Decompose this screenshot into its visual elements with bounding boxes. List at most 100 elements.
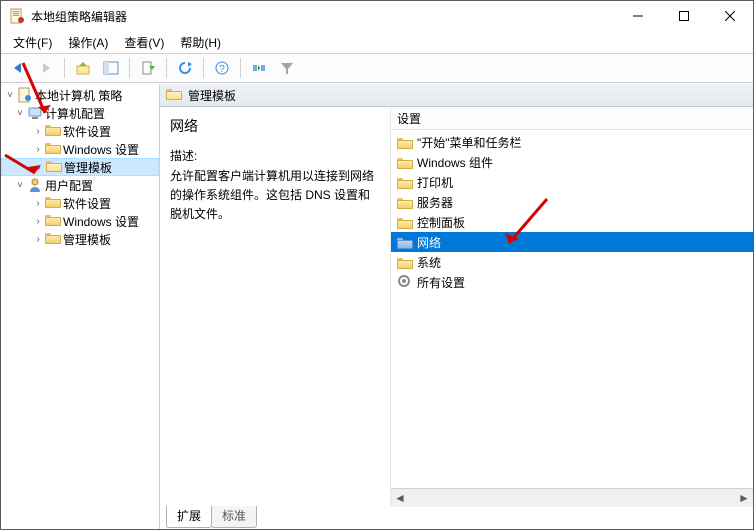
right-pane: 管理模板 网络 描述: 允许配置客户端计算机用以连接到网络的操作系统组件。这包括… xyxy=(160,84,753,529)
up-button[interactable] xyxy=(70,55,96,81)
collapse-icon[interactable]: ˅ xyxy=(13,108,27,119)
tab-extended[interactable]: 扩展 xyxy=(166,506,212,528)
folder-icon xyxy=(45,213,61,229)
horizontal-scrollbar[interactable]: ◄ ► xyxy=(391,488,753,507)
back-button[interactable] xyxy=(5,55,31,81)
list-item-control-panel[interactable]: 控制面板 xyxy=(391,212,753,232)
maximize-button[interactable] xyxy=(661,1,707,31)
settings-icon xyxy=(397,274,413,290)
toolbar-separator xyxy=(240,58,241,78)
refresh-button[interactable] xyxy=(172,55,198,81)
user-icon xyxy=(27,177,43,193)
tree-windows-settings[interactable]: › Windows 设置 xyxy=(1,140,159,158)
tree-label: 计算机配置 xyxy=(45,105,105,122)
scroll-right-button[interactable]: ► xyxy=(735,490,753,506)
selection-heading: 网络 xyxy=(170,115,380,137)
expand-icon[interactable]: › xyxy=(31,198,45,209)
toolbar-separator xyxy=(166,58,167,78)
show-hide-tree-button[interactable] xyxy=(98,55,124,81)
list-item-windows-components[interactable]: Windows 组件 xyxy=(391,152,753,172)
folder-open-icon xyxy=(46,159,62,175)
svg-text:?: ? xyxy=(219,64,225,75)
policy-icon xyxy=(17,87,33,103)
folder-icon xyxy=(166,87,182,103)
list-item-label: 服务器 xyxy=(417,194,453,211)
tree-admin-templates-user[interactable]: › 管理模板 xyxy=(1,230,159,248)
folder-icon xyxy=(397,236,413,249)
expand-icon[interactable]: › xyxy=(32,162,46,173)
content-split: 网络 描述: 允许配置客户端计算机用以连接到网络的操作系统组件。这包括 DNS … xyxy=(160,107,753,507)
app-icon xyxy=(9,8,25,24)
titlebar: 本地组策略编辑器 xyxy=(1,1,753,31)
column-header-setting[interactable]: 设置 xyxy=(391,107,753,130)
app-window: 本地组策略编辑器 文件(F) 操作(A) 查看(V) 帮助(H) ? ˅ xyxy=(0,0,754,530)
collapse-icon[interactable]: ˅ xyxy=(3,90,17,101)
list-body[interactable]: "开始"菜单和任务栏 Windows 组件 打印机 服务器 控制面板 网络 系统… xyxy=(391,130,753,488)
tree-label: Windows 设置 xyxy=(63,141,139,158)
forward-button[interactable] xyxy=(33,55,59,81)
menu-file[interactable]: 文件(F) xyxy=(5,32,60,53)
expand-icon[interactable]: › xyxy=(31,144,45,155)
tab-standard[interactable]: 标准 xyxy=(211,506,257,528)
toolbar-separator xyxy=(203,58,204,78)
list-item-system[interactable]: 系统 xyxy=(391,252,753,272)
tree-pane[interactable]: ˅ 本地计算机 策略 ˅ 计算机配置 › 软件设置 › Windows 设置 › xyxy=(1,84,160,529)
tree-label: 软件设置 xyxy=(63,195,111,212)
tree-computer-config[interactable]: ˅ 计算机配置 xyxy=(1,104,159,122)
description-text: 允许配置客户端计算机用以连接到网络的操作系统组件。这包括 DNS 设置和脱机文件… xyxy=(170,167,380,225)
toolbar: ? xyxy=(1,54,753,83)
folder-icon xyxy=(397,136,413,149)
tree-label: 软件设置 xyxy=(63,123,111,140)
list-item-servers[interactable]: 服务器 xyxy=(391,192,753,212)
list-item-start-menu[interactable]: "开始"菜单和任务栏 xyxy=(391,132,753,152)
list-item-label: "开始"菜单和任务栏 xyxy=(417,134,522,151)
folder-icon xyxy=(397,196,413,209)
tree-software-settings[interactable]: › 软件设置 xyxy=(1,122,159,140)
close-button[interactable] xyxy=(707,1,753,31)
expand-icon[interactable]: › xyxy=(31,126,45,137)
tree-admin-templates-computer[interactable]: › 管理模板 xyxy=(1,158,159,176)
description-column: 网络 描述: 允许配置客户端计算机用以连接到网络的操作系统组件。这包括 DNS … xyxy=(160,107,391,507)
menu-help[interactable]: 帮助(H) xyxy=(172,32,229,53)
toolbar-separator xyxy=(64,58,65,78)
tree-label: 本地计算机 策略 xyxy=(35,87,122,104)
scroll-left-button[interactable]: ◄ xyxy=(391,490,409,506)
toolbar-separator xyxy=(129,58,130,78)
list-item-label: 系统 xyxy=(417,254,441,271)
toggle-button[interactable] xyxy=(246,55,272,81)
expand-icon[interactable]: › xyxy=(31,216,45,227)
menu-view[interactable]: 查看(V) xyxy=(116,32,172,53)
folder-icon xyxy=(45,123,61,139)
folder-icon xyxy=(45,141,61,157)
collapse-icon[interactable]: ˅ xyxy=(13,180,27,191)
filter-button[interactable] xyxy=(274,55,300,81)
description-label: 描述: xyxy=(170,147,380,166)
column-header-label: 设置 xyxy=(397,110,421,127)
folder-icon xyxy=(45,195,61,211)
folder-icon xyxy=(45,231,61,247)
minimize-button[interactable] xyxy=(615,1,661,31)
list-item-label: 网络 xyxy=(417,234,441,251)
folder-icon xyxy=(397,156,413,169)
list-item-network[interactable]: 网络 xyxy=(391,232,753,252)
tree-label: Windows 设置 xyxy=(63,213,139,230)
list-item-label: Windows 组件 xyxy=(417,154,493,171)
tree-software-settings-user[interactable]: › 软件设置 xyxy=(1,194,159,212)
tree-windows-settings-user[interactable]: › Windows 设置 xyxy=(1,212,159,230)
help-button[interactable]: ? xyxy=(209,55,235,81)
expand-icon[interactable]: › xyxy=(31,234,45,245)
tree-user-config[interactable]: ˅ 用户配置 xyxy=(1,176,159,194)
body: ˅ 本地计算机 策略 ˅ 计算机配置 › 软件设置 › Windows 设置 › xyxy=(1,83,753,529)
list-item-label: 所有设置 xyxy=(417,274,465,291)
tree-root[interactable]: ˅ 本地计算机 策略 xyxy=(1,86,159,104)
computer-icon xyxy=(27,105,43,121)
list-item-all-settings[interactable]: 所有设置 xyxy=(391,272,753,292)
settings-list: 设置 "开始"菜单和任务栏 Windows 组件 打印机 服务器 控制面板 网络… xyxy=(391,107,753,507)
list-item-printers[interactable]: 打印机 xyxy=(391,172,753,192)
breadcrumb: 管理模板 xyxy=(160,84,753,107)
list-item-label: 打印机 xyxy=(417,174,453,191)
export-button[interactable] xyxy=(135,55,161,81)
window-title: 本地组策略编辑器 xyxy=(31,8,127,25)
view-tabs: 扩展 标准 xyxy=(160,507,753,529)
menu-action[interactable]: 操作(A) xyxy=(60,32,116,53)
